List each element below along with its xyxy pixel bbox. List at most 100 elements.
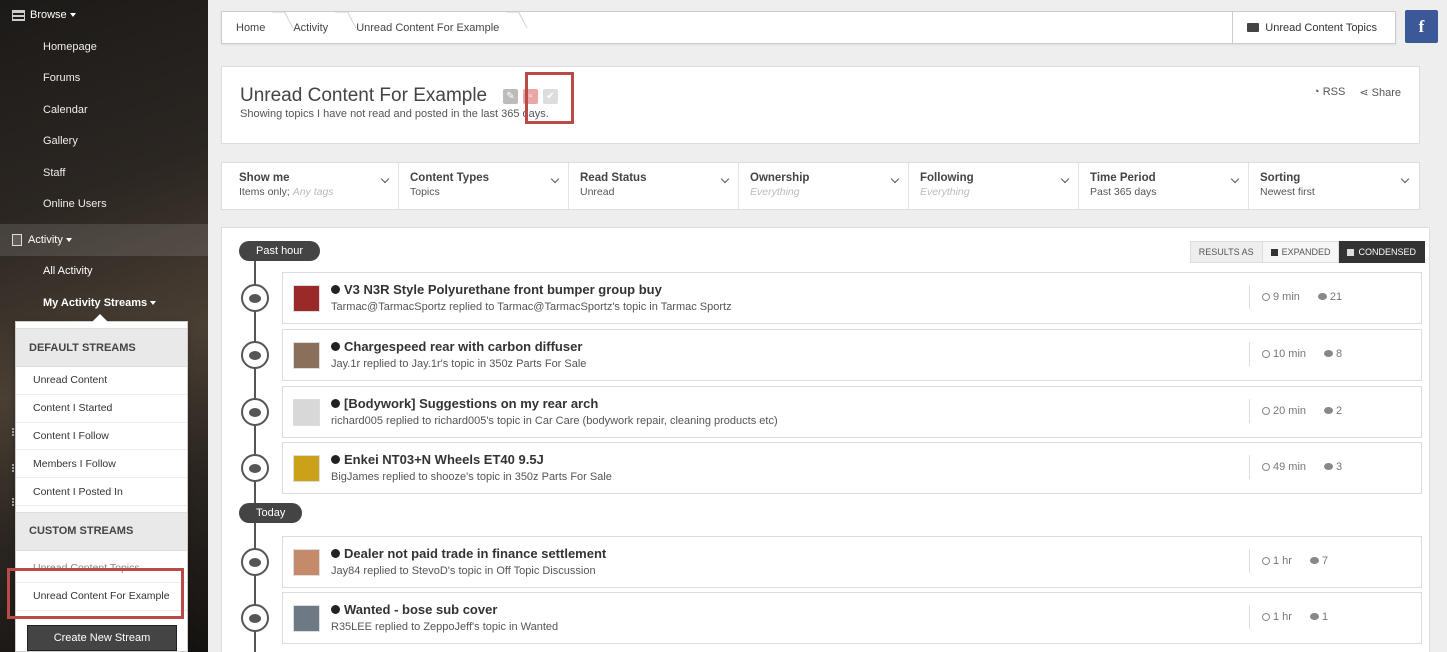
filter-bar: Show me Items only; Any tags Content Typ…	[221, 162, 1420, 210]
sidebar-item-homepage[interactable]: Homepage	[0, 31, 208, 63]
time-ago: 1 hr	[1262, 611, 1292, 623]
comment-icon	[241, 604, 269, 632]
unread-content-topics-link[interactable]: Unread Content Topics	[1232, 12, 1395, 43]
create-new-stream-button[interactable]: Create New Stream	[27, 625, 177, 651]
group-past-hour: Past hour	[239, 241, 321, 261]
time-ago: 1 hr	[1262, 555, 1292, 567]
avatar[interactable]	[293, 399, 320, 426]
topic-title[interactable]: V3 N3R Style Polyurethane front bumper g…	[331, 282, 662, 297]
time-ago: 20 min	[1262, 405, 1306, 417]
browse-label: Browse	[30, 9, 67, 21]
filter-label: Content Types	[410, 172, 490, 184]
topic-meta: 1 hr 7	[1249, 549, 1328, 573]
topic-meta: 10 min 8	[1249, 342, 1342, 366]
stream-content-i-posted-in[interactable]: Content I Posted In	[16, 478, 187, 506]
sidebar-item-staff[interactable]: Staff	[0, 157, 208, 189]
avatar[interactable]	[293, 605, 320, 632]
reply-text: 21	[1329, 291, 1343, 303]
topic-title[interactable]: Dealer not paid trade in finance settlem…	[331, 546, 606, 561]
list-item[interactable]: Wanted - bose sub cover R35LEE replied to…	[282, 592, 1422, 644]
breadcrumb-home[interactable]: Home	[222, 12, 279, 43]
filter-label: Time Period	[1090, 172, 1156, 184]
condensed-label: CONDENSED	[1358, 247, 1416, 257]
my-activity-streams-label: My Activity Streams	[43, 297, 148, 309]
time-text: 9 min	[1273, 291, 1300, 303]
time-ago: 9 min	[1262, 291, 1300, 303]
expanded-view-button[interactable]: EXPANDED	[1262, 241, 1340, 263]
topic-title[interactable]: Wanted - bose sub cover	[331, 602, 497, 617]
edit-icon[interactable]: ✎	[503, 89, 518, 104]
filter-value: Unread	[580, 186, 615, 198]
list-item[interactable]: Dealer not paid trade in finance settlem…	[282, 536, 1422, 588]
avatar[interactable]	[293, 285, 320, 312]
facebook-share-button[interactable]: f	[1405, 10, 1438, 43]
filter-read-status[interactable]: Read Status Unread	[568, 163, 738, 209]
reply-count: 2	[1324, 405, 1342, 417]
results-view-toggle: RESULTS AS EXPANDED CONDENSED	[1189, 241, 1425, 263]
filter-sorting[interactable]: Sorting Newest first	[1248, 163, 1418, 209]
filter-show-me[interactable]: Show me Items only; Any tags	[228, 163, 398, 209]
topic-title[interactable]: [Bodywork] Suggestions on my rear arch	[331, 396, 598, 411]
sidebar-item-all-activity[interactable]: All Activity	[43, 265, 93, 277]
filter-label: Sorting	[1260, 172, 1301, 184]
caret-down-icon	[69, 13, 76, 17]
browse-menu[interactable]: Browse	[0, 0, 208, 30]
list-item[interactable]: Chargespeed rear with carbon diffuser Jay…	[282, 329, 1422, 381]
sidebar-item-forums[interactable]: Forums	[0, 63, 208, 95]
time-text: 20 min	[1273, 405, 1307, 417]
activity-label: Activity	[28, 234, 63, 246]
topic-summary: Tarmac@TarmacSportz replied to Tarmac@Ta…	[331, 301, 732, 313]
time-text: 1 hr	[1273, 611, 1292, 623]
clock-icon	[1262, 613, 1270, 621]
avatar[interactable]	[293, 455, 320, 482]
list-item[interactable]: [Bodywork] Suggestions on my rear arch ri…	[282, 386, 1422, 438]
topic-title-text: [Bodywork] Suggestions on my rear arch	[344, 396, 599, 411]
sidebar-item-online-users[interactable]: Online Users	[0, 189, 208, 221]
filter-time-period[interactable]: Time Period Past 365 days	[1078, 163, 1248, 209]
filter-following[interactable]: Following Everything	[908, 163, 1078, 209]
filter-value: Past 365 days	[1090, 186, 1157, 198]
filter-content-types[interactable]: Content Types Topics	[398, 163, 568, 209]
topic-title[interactable]: Enkei NT03+N Wheels ET40 9.5J	[331, 452, 544, 467]
stream-members-i-follow[interactable]: Members I Follow	[16, 450, 187, 479]
filter-ownership[interactable]: Ownership Everything	[738, 163, 908, 209]
avatar[interactable]	[293, 549, 320, 576]
topic-meta: 49 min 3	[1249, 455, 1342, 479]
reply-text: 3	[1336, 461, 1343, 473]
time-text: 49 min	[1273, 461, 1307, 473]
clock-icon	[1262, 557, 1270, 565]
breadcrumb-activity[interactable]: Activity	[279, 12, 342, 43]
comment-icon	[241, 454, 269, 482]
topic-title-text: Dealer not paid trade in finance settlem…	[344, 546, 607, 561]
unread-dot-icon	[331, 549, 340, 558]
filter-label: Following	[920, 172, 974, 184]
custom-streams-header: CUSTOM STREAMS	[16, 511, 187, 551]
clock-icon	[1262, 463, 1270, 471]
activity-menu[interactable]: Activity	[0, 224, 208, 256]
filter-value: Topics	[410, 186, 440, 198]
avatar[interactable]	[293, 342, 320, 369]
header-links: ◔ RSS ⋖ Share	[1313, 86, 1401, 99]
rss-link[interactable]: ◔ RSS	[1313, 86, 1345, 99]
reply-text: 8	[1336, 348, 1343, 360]
condensed-view-button[interactable]: CONDENSED	[1339, 241, 1425, 263]
clock-icon	[1262, 407, 1270, 415]
sidebar-item-calendar[interactable]: Calendar	[0, 94, 208, 126]
stream-content-i-follow[interactable]: Content I Follow	[16, 423, 187, 451]
stream-unread-content[interactable]: Unread Content	[16, 367, 187, 395]
share-link[interactable]: ⋖ Share	[1359, 86, 1401, 99]
reply-count: 21	[1317, 291, 1343, 303]
unread-content-topics-label: Unread Content Topics	[1265, 21, 1377, 34]
topic-meta: 9 min 21	[1249, 285, 1342, 309]
my-activity-streams-menu[interactable]: My Activity Streams	[43, 297, 157, 309]
sidebar-item-gallery[interactable]: Gallery	[0, 126, 208, 158]
topic-title[interactable]: Chargespeed rear with carbon diffuser	[331, 339, 582, 354]
list-item[interactable]: V3 N3R Style Polyurethane front bumper g…	[282, 272, 1422, 324]
stream-content-i-started[interactable]: Content I Started	[16, 395, 187, 423]
filter-label: Show me	[239, 172, 290, 184]
filter-label: Read Status	[580, 172, 647, 184]
comment-icon	[241, 341, 269, 369]
clock-icon	[1262, 293, 1270, 301]
list-item[interactable]: Enkei NT03+N Wheels ET40 9.5J BigJames re…	[282, 442, 1422, 494]
default-streams-header: DEFAULT STREAMS	[16, 328, 187, 367]
